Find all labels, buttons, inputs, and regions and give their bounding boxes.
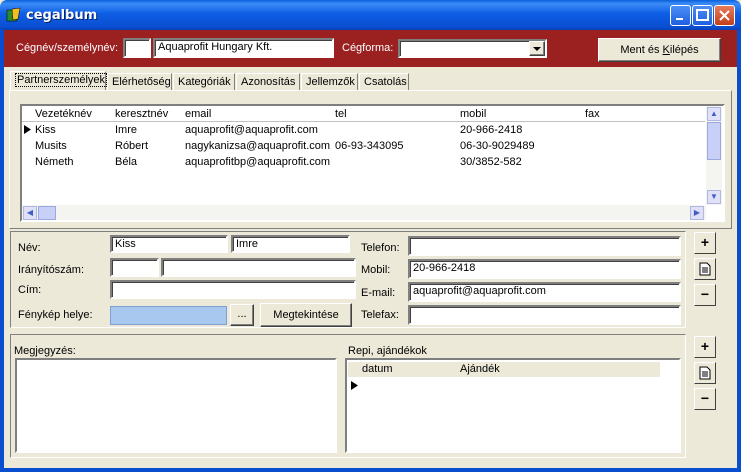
- col-header-email[interactable]: email: [185, 108, 211, 120]
- close-button[interactable]: [714, 5, 735, 26]
- mobile-label: Mobil:: [361, 264, 391, 276]
- mobile-field[interactable]: 20-966-2418: [408, 259, 681, 279]
- current-row-arrow-icon: [24, 125, 31, 134]
- col-header-mobil[interactable]: mobil: [460, 108, 486, 120]
- phone-field[interactable]: [408, 236, 681, 256]
- gifts-header-row: [348, 362, 660, 377]
- maximize-icon: [696, 9, 709, 21]
- window-frame-right: [737, 30, 741, 472]
- title-bar[interactable]: [0, 0, 741, 30]
- add-gift-button[interactable]: +: [694, 336, 716, 358]
- col-header-first-name[interactable]: keresztnév: [115, 108, 168, 120]
- notes-textarea[interactable]: [15, 358, 337, 453]
- row-3-last-name[interactable]: Németh: [35, 156, 74, 168]
- minimize-icon: [676, 18, 683, 20]
- add-contact-button[interactable]: +: [694, 232, 716, 254]
- minus-icon: −: [700, 390, 710, 406]
- col-header-last-name[interactable]: Vezetéknév: [35, 108, 92, 120]
- maximize-button[interactable]: [692, 5, 713, 26]
- scroll-up-button[interactable]: ▲: [707, 107, 721, 121]
- row-1-email[interactable]: aquaprofit@aquaprofit.com: [185, 124, 318, 136]
- row-1-mobil[interactable]: 20-966-2418: [460, 124, 522, 136]
- tab-identification[interactable]: Azonosítás: [236, 73, 300, 91]
- row-3-first-name[interactable]: Béla: [115, 156, 137, 168]
- grid-header-divider: [22, 121, 705, 122]
- address-label: Cím:: [18, 284, 42, 296]
- photo-location-field[interactable]: [110, 306, 227, 325]
- contacts-horizontal-scrollbar[interactable]: [22, 205, 706, 220]
- company-form-label: Cégforma:: [342, 42, 394, 54]
- row-1-last-name[interactable]: Kiss: [35, 124, 56, 136]
- tab-attributes[interactable]: Jellemzők: [301, 73, 358, 91]
- app-icon: [6, 7, 22, 23]
- minus-icon: −: [700, 286, 710, 302]
- company-code-field[interactable]: [123, 38, 151, 58]
- tab-partners[interactable]: Partnerszemélyek: [10, 71, 108, 91]
- company-form-dropdown-button[interactable]: [529, 41, 545, 56]
- zip-field[interactable]: [110, 258, 159, 277]
- row-1-first-name[interactable]: Imre: [115, 124, 137, 136]
- row-3-mobil[interactable]: 30/3852-582: [460, 156, 522, 168]
- save-and-exit-button[interactable]: Ment és Kilépés: [598, 38, 721, 62]
- zip-label: Irányítószám:: [18, 264, 85, 276]
- minimize-button[interactable]: [670, 5, 691, 26]
- gifts-label: Repi, ajándékok: [348, 345, 427, 357]
- col-header-tel[interactable]: tel: [335, 108, 347, 120]
- window-frame-bottom: [0, 468, 741, 472]
- row-2-first-name[interactable]: Róbert: [115, 140, 148, 152]
- edit-contact-button[interactable]: [694, 258, 716, 280]
- tab-attachment[interactable]: Csatolás: [359, 73, 409, 91]
- horizontal-scroll-thumb[interactable]: [38, 206, 56, 220]
- company-name-label: Cégnév/személynév:: [16, 42, 119, 54]
- chevron-down-icon: [533, 47, 541, 51]
- delete-contact-button[interactable]: −: [694, 284, 716, 306]
- view-photo-button[interactable]: Megtekintése: [260, 303, 352, 327]
- row-3-email[interactable]: aquaprofitbp@aquaprofit.com: [185, 156, 330, 168]
- gifts-col-gift[interactable]: Ajándék: [460, 363, 500, 375]
- delete-gift-button[interactable]: −: [694, 388, 716, 410]
- phone-label: Telefon:: [361, 242, 400, 254]
- col-header-fax[interactable]: fax: [585, 108, 600, 120]
- row-2-email[interactable]: nagykanizsa@aquaprofit.com: [185, 140, 330, 152]
- document-icon: [699, 262, 711, 276]
- fax-field[interactable]: [408, 305, 681, 325]
- window-frame-left: [0, 30, 4, 472]
- row-2-last-name[interactable]: Musits: [35, 140, 67, 152]
- gifts-col-date[interactable]: datum: [362, 363, 393, 375]
- row-2-mobil[interactable]: 06-30-9029489: [460, 140, 535, 152]
- scroll-right-button[interactable]: ▶: [690, 206, 704, 220]
- gifts-current-row-arrow-icon: [351, 381, 358, 390]
- city-field[interactable]: [161, 258, 356, 277]
- company-name-field[interactable]: Aquaprofit Hungary Kft.: [153, 38, 334, 58]
- tab-categories[interactable]: Kategóriák: [173, 73, 235, 91]
- tab-contact[interactable]: Elérhetőség: [107, 73, 172, 91]
- notes-label: Megjegyzés:: [14, 345, 76, 357]
- name-label: Név:: [18, 242, 41, 254]
- company-form-select[interactable]: [398, 39, 547, 58]
- browse-photo-button[interactable]: ...: [230, 304, 254, 326]
- document-icon: [699, 366, 711, 380]
- last-name-field[interactable]: Kiss: [110, 235, 228, 253]
- edit-gift-button[interactable]: [694, 362, 716, 384]
- photo-location-label: Fénykép helye:: [18, 309, 93, 321]
- scroll-down-button[interactable]: ▼: [707, 190, 721, 204]
- row-2-tel[interactable]: 06-93-343095: [335, 140, 404, 152]
- scroll-left-button[interactable]: ◀: [23, 206, 37, 220]
- plus-icon: +: [700, 338, 710, 354]
- email-label: E-mail:: [361, 287, 396, 299]
- address-field[interactable]: [110, 280, 356, 299]
- vertical-scroll-thumb[interactable]: [707, 122, 721, 160]
- email-field[interactable]: aquaprofit@aquaprofit.com: [408, 282, 681, 302]
- plus-icon: +: [700, 234, 710, 250]
- close-icon: [719, 10, 730, 21]
- window-title: cegalbum: [26, 8, 98, 23]
- fax-label: Telefax:: [361, 309, 399, 321]
- first-name-field[interactable]: Imre: [231, 235, 350, 253]
